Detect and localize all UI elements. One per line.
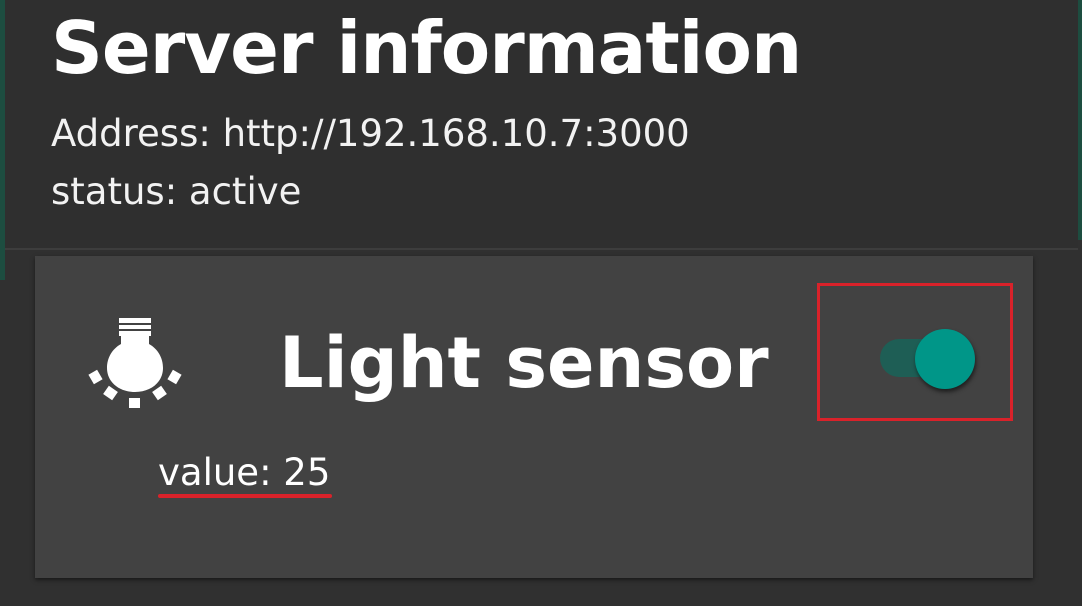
sensor-value: value: 25	[158, 451, 331, 494]
toggle-thumb[interactable]	[915, 329, 975, 389]
app-screen: Server information Address: http://192.1…	[0, 0, 1082, 606]
light-sensor-card: Light sensor value: 25	[35, 256, 1033, 578]
server-status: status: active	[51, 170, 302, 213]
value-underline-mark	[158, 494, 332, 498]
server-info-header: Server information Address: http://192.1…	[5, 0, 1078, 250]
server-info-title: Server information	[51, 6, 802, 90]
sensor-toggle-switch[interactable]	[878, 328, 978, 389]
sensor-name: Light sensor	[279, 322, 769, 404]
right-edge-strip	[1078, 0, 1082, 240]
light-bulb-icon	[88, 318, 182, 408]
server-address: Address: http://192.168.10.7:3000	[51, 112, 690, 155]
toggle-highlight-box	[817, 283, 1013, 421]
